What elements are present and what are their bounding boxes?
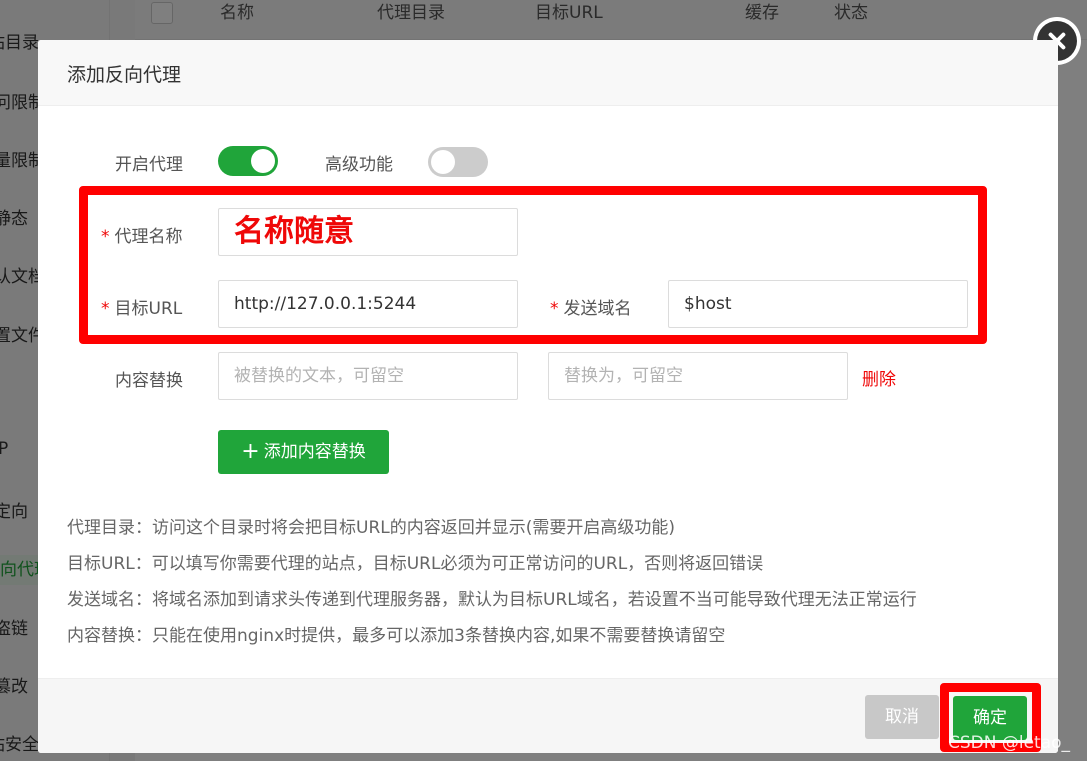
replace-to-input[interactable]: 替换为，可留空 — [548, 352, 848, 400]
help-content-replace: 内容替换：只能在使用nginx时提供，最多可以添加3条替换内容,如果不需要替换请… — [67, 626, 726, 646]
add-content-replace-label: 添加内容替换 — [263, 442, 366, 462]
advanced-label: 高级功能 — [325, 155, 393, 175]
watermark: CSDN @letao_ — [948, 733, 1071, 753]
dialog-header: 添加反向代理 — [38, 40, 1058, 106]
delete-replace-link[interactable]: 删除 — [862, 365, 896, 390]
add-content-replace-button[interactable]: + 添加内容替换 — [218, 430, 389, 474]
enable-proxy-switch[interactable] — [218, 146, 278, 176]
help-target-url: 目标URL：可以填写你需要代理的站点，目标URL必须为可正常访问的URL，否则将… — [67, 554, 764, 574]
cancel-button[interactable]: 取消 — [865, 695, 939, 739]
enable-proxy-label: 开启代理 — [115, 155, 183, 175]
dialog-title: 添加反向代理 — [67, 64, 182, 86]
replace-from-input[interactable]: 被替换的文本，可留空 — [218, 352, 518, 400]
plus-icon: + — [241, 439, 260, 464]
advanced-switch[interactable] — [428, 147, 488, 177]
switch-knob — [251, 149, 275, 173]
content-replace-label: 内容替换 — [115, 371, 183, 391]
help-send-domain: 发送域名：将域名添加到请求头传递到代理服务器，默认为目标URL域名，若设置不当可… — [67, 590, 917, 610]
add-reverse-proxy-dialog: 添加反向代理 开启代理 高级功能 * 代理名称 名称随意 * 目标URL http:… — [38, 40, 1058, 753]
switch-knob — [431, 150, 455, 174]
help-proxy-dir: 代理目录：访问这个目录时将会把目标URL的内容返回并显示(需要开启高级功能) — [67, 518, 675, 538]
annotation-box-required-fields — [79, 186, 987, 344]
